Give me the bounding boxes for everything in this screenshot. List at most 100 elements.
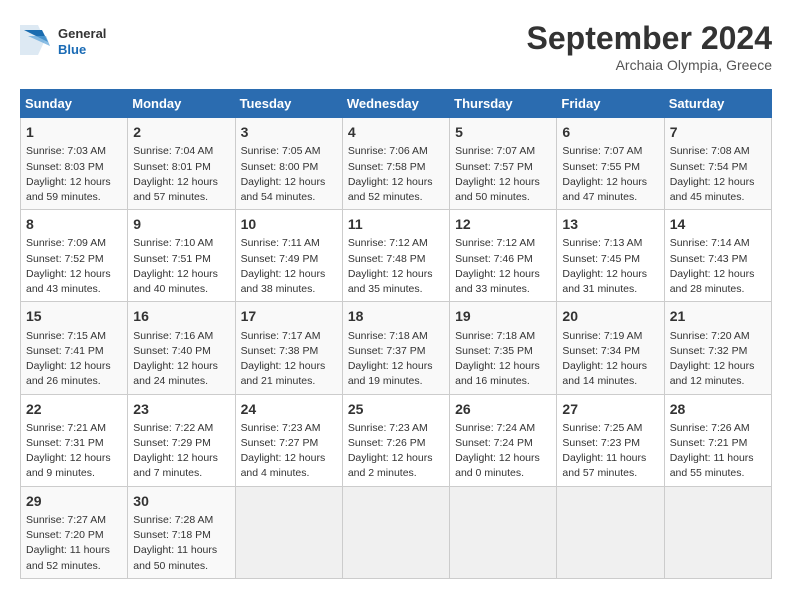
daylight: Daylight: 12 hours and 31 minutes. <box>562 268 647 295</box>
page-header: General Blue September 2024 Archaia Olym… <box>20 20 772 73</box>
logo: General Blue <box>20 20 110 60</box>
sunset: Sunset: 7:37 PM <box>348 345 426 357</box>
table-row: 18 Sunrise: 7:18 AM Sunset: 7:37 PM Dayl… <box>342 302 449 394</box>
col-saturday: Saturday <box>664 90 771 118</box>
empty-cell <box>235 486 342 578</box>
daylight: Daylight: 12 hours and 47 minutes. <box>562 176 647 203</box>
daylight: Daylight: 11 hours and 50 minutes. <box>133 544 217 571</box>
sunset: Sunset: 7:51 PM <box>133 253 211 265</box>
day-number: 4 <box>348 122 444 142</box>
day-number: 5 <box>455 122 551 142</box>
sunrise: Sunrise: 7:18 AM <box>348 330 428 342</box>
daylight: Daylight: 12 hours and 59 minutes. <box>26 176 111 203</box>
week-row-2: 8 Sunrise: 7:09 AM Sunset: 7:52 PM Dayli… <box>21 210 772 302</box>
sunrise: Sunrise: 7:23 AM <box>348 422 428 434</box>
sunset: Sunset: 7:45 PM <box>562 253 640 265</box>
table-row: 3 Sunrise: 7:05 AM Sunset: 8:00 PM Dayli… <box>235 118 342 210</box>
table-row: 29 Sunrise: 7:27 AM Sunset: 7:20 PM Dayl… <box>21 486 128 578</box>
daylight: Daylight: 11 hours and 55 minutes. <box>670 452 754 479</box>
day-number: 14 <box>670 214 766 234</box>
daylight: Daylight: 12 hours and 24 minutes. <box>133 360 218 387</box>
day-number: 9 <box>133 214 229 234</box>
sunrise: Sunrise: 7:09 AM <box>26 237 106 249</box>
day-number: 2 <box>133 122 229 142</box>
table-row: 20 Sunrise: 7:19 AM Sunset: 7:34 PM Dayl… <box>557 302 664 394</box>
sunset: Sunset: 7:54 PM <box>670 161 748 173</box>
daylight: Daylight: 12 hours and 54 minutes. <box>241 176 326 203</box>
week-row-5: 29 Sunrise: 7:27 AM Sunset: 7:20 PM Dayl… <box>21 486 772 578</box>
day-number: 19 <box>455 306 551 326</box>
table-row: 21 Sunrise: 7:20 AM Sunset: 7:32 PM Dayl… <box>664 302 771 394</box>
empty-cell <box>450 486 557 578</box>
table-row: 2 Sunrise: 7:04 AM Sunset: 8:01 PM Dayli… <box>128 118 235 210</box>
day-number: 13 <box>562 214 658 234</box>
sunset: Sunset: 7:29 PM <box>133 437 211 449</box>
day-number: 26 <box>455 399 551 419</box>
day-number: 27 <box>562 399 658 419</box>
day-number: 1 <box>26 122 122 142</box>
sunrise: Sunrise: 7:20 AM <box>670 330 750 342</box>
sunset: Sunset: 7:46 PM <box>455 253 533 265</box>
table-row: 4 Sunrise: 7:06 AM Sunset: 7:58 PM Dayli… <box>342 118 449 210</box>
table-row: 8 Sunrise: 7:09 AM Sunset: 7:52 PM Dayli… <box>21 210 128 302</box>
sunset: Sunset: 7:49 PM <box>241 253 319 265</box>
table-row: 13 Sunrise: 7:13 AM Sunset: 7:45 PM Dayl… <box>557 210 664 302</box>
sunset: Sunset: 8:03 PM <box>26 161 104 173</box>
logo-svg: General Blue <box>20 20 110 60</box>
day-number: 23 <box>133 399 229 419</box>
week-row-4: 22 Sunrise: 7:21 AM Sunset: 7:31 PM Dayl… <box>21 394 772 486</box>
table-row: 5 Sunrise: 7:07 AM Sunset: 7:57 PM Dayli… <box>450 118 557 210</box>
sunset: Sunset: 7:21 PM <box>670 437 748 449</box>
svg-text:Blue: Blue <box>58 42 86 57</box>
table-row: 25 Sunrise: 7:23 AM Sunset: 7:26 PM Dayl… <box>342 394 449 486</box>
daylight: Daylight: 12 hours and 14 minutes. <box>562 360 647 387</box>
daylight: Daylight: 12 hours and 4 minutes. <box>241 452 326 479</box>
daylight: Daylight: 12 hours and 26 minutes. <box>26 360 111 387</box>
day-number: 3 <box>241 122 337 142</box>
day-number: 28 <box>670 399 766 419</box>
daylight: Daylight: 12 hours and 28 minutes. <box>670 268 755 295</box>
sunset: Sunset: 7:18 PM <box>133 529 211 541</box>
sunrise: Sunrise: 7:14 AM <box>670 237 750 249</box>
title-block: September 2024 Archaia Olympia, Greece <box>527 20 772 73</box>
sunset: Sunset: 7:24 PM <box>455 437 533 449</box>
sunrise: Sunrise: 7:15 AM <box>26 330 106 342</box>
calendar-table: Sunday Monday Tuesday Wednesday Thursday… <box>20 89 772 579</box>
daylight: Daylight: 12 hours and 43 minutes. <box>26 268 111 295</box>
daylight: Daylight: 12 hours and 38 minutes. <box>241 268 326 295</box>
sunrise: Sunrise: 7:26 AM <box>670 422 750 434</box>
sunrise: Sunrise: 7:27 AM <box>26 514 106 526</box>
sunrise: Sunrise: 7:10 AM <box>133 237 213 249</box>
sunrise: Sunrise: 7:19 AM <box>562 330 642 342</box>
daylight: Daylight: 11 hours and 57 minutes. <box>562 452 646 479</box>
table-row: 10 Sunrise: 7:11 AM Sunset: 7:49 PM Dayl… <box>235 210 342 302</box>
day-number: 24 <box>241 399 337 419</box>
day-number: 11 <box>348 214 444 234</box>
sunset: Sunset: 7:26 PM <box>348 437 426 449</box>
sunrise: Sunrise: 7:23 AM <box>241 422 321 434</box>
daylight: Daylight: 12 hours and 16 minutes. <box>455 360 540 387</box>
daylight: Daylight: 12 hours and 21 minutes. <box>241 360 326 387</box>
col-sunday: Sunday <box>21 90 128 118</box>
daylight: Daylight: 12 hours and 0 minutes. <box>455 452 540 479</box>
sunset: Sunset: 7:20 PM <box>26 529 104 541</box>
day-number: 15 <box>26 306 122 326</box>
sunset: Sunset: 7:58 PM <box>348 161 426 173</box>
table-row: 16 Sunrise: 7:16 AM Sunset: 7:40 PM Dayl… <box>128 302 235 394</box>
daylight: Daylight: 12 hours and 19 minutes. <box>348 360 433 387</box>
col-thursday: Thursday <box>450 90 557 118</box>
sunrise: Sunrise: 7:12 AM <box>455 237 535 249</box>
sunrise: Sunrise: 7:22 AM <box>133 422 213 434</box>
sunset: Sunset: 7:57 PM <box>455 161 533 173</box>
sunrise: Sunrise: 7:08 AM <box>670 145 750 157</box>
daylight: Daylight: 12 hours and 57 minutes. <box>133 176 218 203</box>
table-row: 22 Sunrise: 7:21 AM Sunset: 7:31 PM Dayl… <box>21 394 128 486</box>
table-row: 7 Sunrise: 7:08 AM Sunset: 7:54 PM Dayli… <box>664 118 771 210</box>
sunrise: Sunrise: 7:06 AM <box>348 145 428 157</box>
sunset: Sunset: 7:52 PM <box>26 253 104 265</box>
sunset: Sunset: 7:38 PM <box>241 345 319 357</box>
week-row-3: 15 Sunrise: 7:15 AM Sunset: 7:41 PM Dayl… <box>21 302 772 394</box>
sunrise: Sunrise: 7:07 AM <box>562 145 642 157</box>
day-number: 7 <box>670 122 766 142</box>
day-number: 17 <box>241 306 337 326</box>
